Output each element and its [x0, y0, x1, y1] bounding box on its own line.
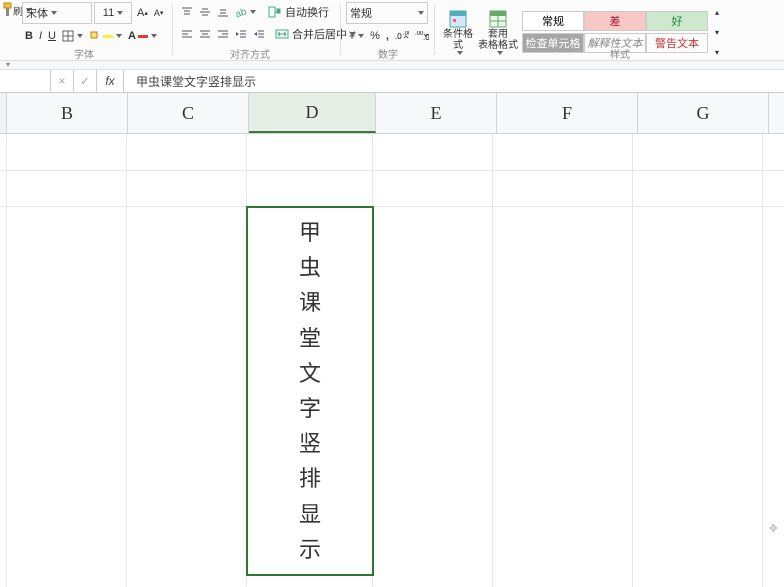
col-header-C[interactable]: C [128, 93, 249, 133]
fx-button[interactable]: fx [97, 70, 124, 92]
cell-D3[interactable]: 甲 虫 课 堂 文 字 竖 排 显 示 [246, 206, 374, 576]
comma-button[interactable]: , [383, 26, 392, 46]
style-gallery-more[interactable]: ▾ [712, 42, 722, 62]
chevron-down-icon [457, 51, 463, 55]
ribbon-expand-icon[interactable]: ▾ [6, 60, 10, 69]
chevron-down-icon [418, 11, 424, 15]
bold-button[interactable]: B [22, 26, 36, 46]
align-center-button[interactable] [196, 24, 214, 44]
align-right-button[interactable] [214, 24, 232, 44]
style-normal[interactable]: 常规 [522, 11, 584, 31]
italic-button[interactable]: I [36, 26, 45, 46]
name-box[interactable] [0, 70, 51, 92]
font-name-select[interactable]: 宋体 [22, 2, 92, 24]
style-gallery-up[interactable]: ▴ [712, 2, 722, 22]
col-header-D[interactable]: D [249, 93, 376, 133]
formula-bar: × ✓ fx 甲虫课堂文字竖排显示 [0, 70, 784, 93]
font-color-button[interactable]: A [125, 26, 160, 46]
align-left-button[interactable] [178, 24, 196, 44]
column-headers: B C D E F G [0, 93, 784, 134]
align-top-button[interactable] [178, 2, 196, 22]
svg-text:.0: .0 [395, 32, 402, 41]
chevron-down-icon [51, 11, 57, 15]
style-gallery-down[interactable]: ▾ [712, 22, 722, 42]
col-header-B[interactable]: B [7, 93, 128, 133]
fill-color-button[interactable] [86, 26, 125, 46]
worksheet-grid[interactable]: B C D E F G 甲 虫 课 堂 文 字 竖 排 显 示 ✥ [0, 93, 784, 587]
percent-button[interactable]: % [367, 26, 383, 46]
style-group-label: 样式 [610, 46, 630, 61]
formula-input[interactable]: 甲虫课堂文字竖排显示 [124, 73, 784, 90]
currency-button[interactable]: ¥ [346, 26, 367, 46]
align-bottom-button[interactable] [214, 2, 232, 22]
grid-body[interactable]: 甲 虫 课 堂 文 字 竖 排 显 示 ✥ [0, 134, 784, 587]
font-size-value: 11 [103, 7, 114, 19]
svg-text:.00: .00 [403, 31, 409, 37]
scroll-hint-icon: ✥ [769, 522, 778, 535]
table-format-label: 套用 表格格式 [478, 29, 518, 51]
align-group-label: 对齐方式 [230, 46, 270, 61]
col-header-E[interactable]: E [376, 93, 497, 133]
number-format-select[interactable]: 常规 [346, 2, 428, 24]
number-format-value: 常规 [350, 5, 372, 21]
style-good[interactable]: 好 [646, 11, 708, 31]
chevron-down-icon [116, 34, 122, 38]
indent-increase-button[interactable] [250, 24, 268, 44]
svg-text:ab: ab [235, 6, 247, 18]
svg-text:.0: .0 [423, 33, 429, 41]
chevron-down-icon [250, 10, 256, 14]
chevron-down-icon [358, 34, 364, 38]
col-header-G[interactable]: G [638, 93, 769, 133]
table-format-button[interactable]: 套用 表格格式 [480, 9, 516, 55]
cancel-button[interactable]: × [51, 70, 74, 92]
orientation-button[interactable]: ab [232, 2, 259, 22]
style-bad[interactable]: 差 [584, 11, 646, 31]
decrease-decimal-button[interactable]: .00.0 [412, 26, 432, 46]
font-decrease-button[interactable]: A▾ [151, 3, 167, 23]
style-check[interactable]: 检查单元格 [522, 33, 584, 53]
font-size-select[interactable]: 11 [94, 2, 132, 24]
chevron-down-icon [77, 34, 83, 38]
formula-content: 甲虫课堂文字竖排显示 [136, 75, 256, 89]
merge-center-label: 合并后居中 [292, 26, 347, 42]
col-header-F[interactable]: F [497, 93, 638, 133]
font-increase-button[interactable]: A▴ [134, 3, 151, 23]
style-warn[interactable]: 警告文本 [646, 33, 708, 53]
font-group-label: 字体 [74, 46, 94, 61]
enter-button[interactable]: ✓ [74, 70, 97, 92]
align-middle-button[interactable] [196, 2, 214, 22]
border-button[interactable] [59, 26, 86, 46]
number-group-label: 数字 [378, 46, 398, 61]
wrap-text-button[interactable]: 自动换行 [265, 2, 332, 22]
underline-button[interactable]: U [45, 26, 59, 46]
conditional-format-label: 条件格式 [440, 29, 476, 51]
chevron-down-icon [497, 51, 503, 55]
conditional-format-button[interactable]: 条件格式 [440, 9, 476, 55]
cell-D3-text: 甲 虫 课 堂 文 字 竖 排 显 示 [299, 215, 321, 567]
font-name-value: 宋体 [26, 5, 48, 21]
increase-decimal-button[interactable]: .0.00 [392, 26, 412, 46]
chevron-down-icon [151, 34, 157, 38]
chevron-down-icon [117, 11, 123, 15]
ribbon: 刷 宋体 11 A▴ A▾ B I U A 字体 [0, 0, 784, 61]
indent-decrease-button[interactable] [232, 24, 250, 44]
wrap-text-label: 自动换行 [285, 4, 329, 20]
